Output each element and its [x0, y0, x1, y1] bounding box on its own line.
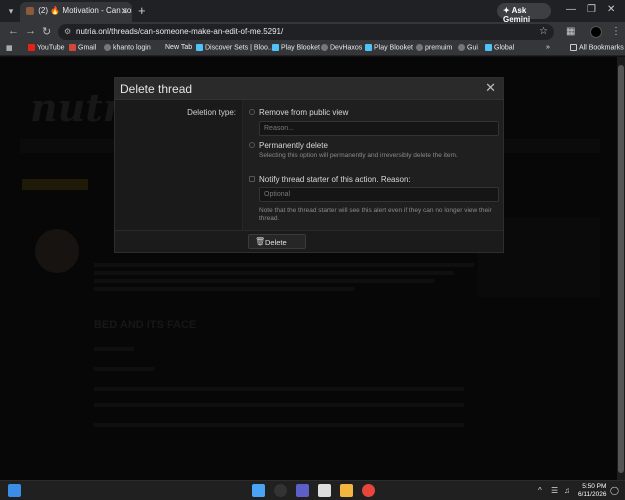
tab-title: (2) 🔥 Motivation - Can someo	[38, 6, 132, 15]
reason-placeholder: Reason...	[264, 125, 294, 132]
all-bookmarks[interactable]: All Bookmarks	[570, 44, 624, 51]
notify-label: Notify thread starter of this action. Re…	[259, 175, 411, 184]
globe-icon	[458, 44, 465, 51]
folder-icon	[570, 44, 577, 51]
checkbox-icon[interactable]	[249, 176, 255, 182]
scrollbar-thumb[interactable]	[618, 65, 624, 473]
blooket-icon	[365, 44, 372, 51]
tab-search-icon[interactable]: ▾	[4, 4, 18, 18]
search-icon[interactable]	[274, 484, 287, 497]
reason-input[interactable]: Reason...	[259, 121, 499, 136]
deletion-type-label: Deletion type:	[187, 108, 236, 117]
notify-reason-input[interactable]: Optional	[259, 187, 499, 202]
start-icon[interactable]	[252, 484, 265, 497]
windows-taskbar: ^ ☰ ♫ 5:50 PM 6/11/2026 ◯	[0, 480, 625, 500]
delete-button-label: Delete	[265, 238, 287, 247]
menu-icon[interactable]: ⋮	[611, 26, 621, 37]
restore-icon[interactable]: ❐	[587, 4, 596, 15]
volume-icon[interactable]: ♫	[564, 486, 570, 495]
clock-time: 5:50 PM	[582, 483, 607, 490]
blooket-icon	[272, 44, 279, 51]
bookmark-play-blooket-2[interactable]: Play Blooket	[365, 44, 413, 51]
tab-bar: ▾ (2) 🔥 Motivation - Can someo ✕ + ✦ Ask…	[0, 0, 625, 24]
forward-icon[interactable]: →	[25, 25, 36, 37]
ask-gemini-button[interactable]: ✦ Ask Gemini	[497, 3, 551, 24]
widgets-icon[interactable]	[8, 484, 21, 497]
blooket-icon	[485, 44, 492, 51]
profile-avatar[interactable]	[590, 26, 602, 38]
remove-public-label: Remove from public view	[259, 108, 349, 117]
site-favicon-icon	[26, 6, 34, 15]
chrome-icon[interactable]	[362, 484, 375, 497]
permanent-hint: Selecting this option will permanently a…	[259, 152, 458, 159]
teams-icon[interactable]	[296, 484, 309, 497]
bookmark-premuim[interactable]: premuim	[416, 44, 452, 51]
bookmark-devhaxos[interactable]: DevHaxos	[321, 44, 362, 51]
bookmark-global[interactable]: Global	[485, 44, 514, 51]
notify-hint: Note that the thread starter will see th…	[259, 207, 492, 222]
form-label-column: Deletion type:	[115, 100, 243, 230]
page-scrollbar[interactable]	[617, 57, 625, 480]
gmail-icon	[69, 44, 76, 51]
bookmarks-bar: ▦ YouTube Gmail khanto login New Tab Dis…	[0, 42, 625, 56]
bookmark-discover[interactable]: Discover Sets | Bloo...	[196, 44, 274, 51]
globe-icon	[416, 44, 423, 51]
minimize-icon[interactable]: —	[566, 4, 576, 15]
clock-date: 6/11/2026	[578, 491, 607, 498]
delete-button[interactable]: 🗑 Delete	[248, 234, 306, 249]
globe-icon	[104, 44, 111, 51]
bookmark-play-blooket-1[interactable]: Play Blooket	[272, 44, 320, 51]
remove-public-option[interactable]: Remove from public view	[249, 108, 349, 117]
dialog-footer: 🗑 Delete	[115, 230, 503, 252]
reload-icon[interactable]: ↻	[42, 25, 51, 38]
bookmark-newtab[interactable]: New Tab	[165, 44, 192, 51]
address-bar-row: ← → ↻ ⚙ nutria.onl/threads/can-someone-m…	[0, 22, 625, 42]
tab-close-icon[interactable]: ✕	[120, 6, 128, 17]
tab-active[interactable]: (2) 🔥 Motivation - Can someo ✕	[20, 2, 132, 22]
extensions-icon[interactable]: ▦	[566, 26, 575, 37]
bookmark-khanto[interactable]: khanto login	[104, 44, 151, 51]
url-input[interactable]: ⚙ nutria.onl/threads/can-someone-make-an…	[58, 24, 554, 40]
bookmark-star-icon[interactable]: ☆	[539, 26, 548, 37]
calendar-icon[interactable]	[318, 484, 331, 497]
permanent-delete-option[interactable]: Permanently delete	[249, 141, 328, 150]
apps-icon[interactable]: ▦	[6, 44, 13, 52]
file-explorer-icon[interactable]	[340, 484, 353, 497]
clock[interactable]: 5:50 PM 6/11/2026	[578, 483, 606, 499]
radio-icon[interactable]	[249, 109, 255, 115]
youtube-icon	[28, 44, 35, 51]
bookmark-gui[interactable]: Gui	[458, 44, 478, 51]
delete-thread-dialog: Delete thread ✕ Deletion type: Remove fr…	[114, 77, 504, 253]
dialog-title: Delete thread	[120, 82, 193, 96]
notifications-icon[interactable]: ◯	[610, 486, 619, 495]
new-tab-icon[interactable]: +	[138, 3, 146, 18]
back-icon[interactable]: ←	[8, 25, 19, 37]
bookmark-youtube[interactable]: YouTube	[28, 44, 65, 51]
bookmark-gmail[interactable]: Gmail	[69, 44, 96, 51]
trash-icon: 🗑	[255, 237, 266, 246]
bookmarks-overflow-icon[interactable]: »	[546, 44, 550, 51]
dialog-header: Delete thread ✕	[115, 78, 503, 100]
optional-placeholder: Optional	[264, 191, 291, 198]
close-icon[interactable]: ✕	[485, 80, 496, 96]
tray-chevron-icon[interactable]: ^	[538, 486, 542, 495]
site-info-icon[interactable]: ⚙	[64, 27, 71, 36]
radio-icon[interactable]	[249, 142, 255, 148]
blooket-icon	[196, 44, 203, 51]
wifi-icon[interactable]: ☰	[551, 486, 558, 495]
url-text: nutria.onl/threads/can-someone-make-an-e…	[76, 27, 284, 36]
notify-starter-option[interactable]: Notify thread starter of this action. Re…	[249, 175, 411, 184]
permanent-delete-label: Permanently delete	[259, 141, 328, 150]
window-close-icon[interactable]: ✕	[607, 4, 615, 15]
globe-icon	[321, 44, 328, 51]
